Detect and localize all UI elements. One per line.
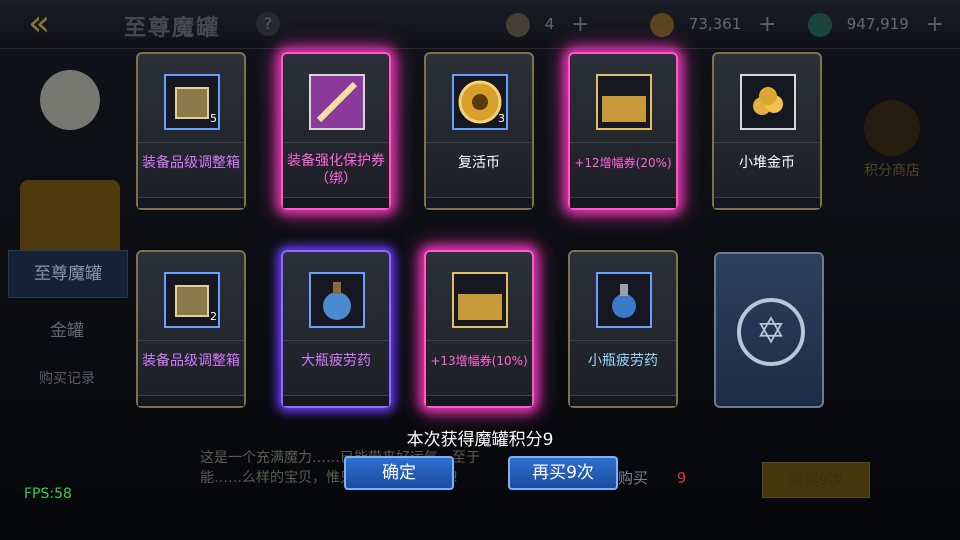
- buy-count: 9: [676, 469, 687, 487]
- buy-button-behind[interactable]: 购买 9: [618, 460, 714, 496]
- reward-card: 5 装备品级调整箱: [136, 52, 246, 210]
- buy-label: 购买: [618, 469, 649, 487]
- item-name: +12增幅券(20%): [574, 156, 672, 170]
- unrevealed-card[interactable]: ✡: [714, 252, 824, 408]
- reward-card: 3 复活币: [424, 52, 534, 210]
- reward-card: 装备强化保护券（绑）: [281, 52, 391, 210]
- reward-card: 小瓶疲劳药: [568, 250, 678, 408]
- protect-scroll-icon: [309, 74, 365, 130]
- points-earned-text: 本次获得魔罐积分9: [406, 430, 554, 450]
- item-name: 小堆金币: [739, 155, 795, 171]
- gold-pile-icon: [740, 74, 796, 130]
- reward-card: 大瓶疲劳药: [281, 250, 391, 408]
- confirm-button[interactable]: 确定: [344, 456, 454, 490]
- large-potion-icon: [309, 272, 365, 328]
- amplify-12-icon: +12: [596, 74, 652, 130]
- item-name: 小瓶疲劳药: [588, 353, 658, 369]
- buy-again-button[interactable]: 再买9次: [508, 456, 618, 490]
- reward-card: +13 +13增幅券(10%): [424, 250, 534, 408]
- reward-card: 小堆金币: [712, 52, 822, 210]
- item-name: 复活币: [458, 155, 500, 171]
- item-name: 装备品级调整箱: [142, 353, 240, 369]
- svg-text:+12: +12: [608, 82, 638, 98]
- small-potion-icon: [596, 272, 652, 328]
- item-name: +13增幅券(10%): [430, 354, 528, 368]
- svg-text:+13: +13: [464, 280, 494, 296]
- item-name: 大瓶疲劳药: [301, 353, 371, 369]
- star-emblem-icon: ✡: [737, 298, 805, 366]
- amplify-13-icon: +13: [452, 272, 508, 328]
- reward-card: +12 +12增幅券(20%): [568, 52, 678, 210]
- item-name: 装备强化保护券（绑）: [287, 153, 385, 187]
- item-name: 装备品级调整箱: [142, 155, 240, 171]
- fps-counter: FPS:58: [24, 486, 72, 502]
- reward-card: 2 装备品级调整箱: [136, 250, 246, 408]
